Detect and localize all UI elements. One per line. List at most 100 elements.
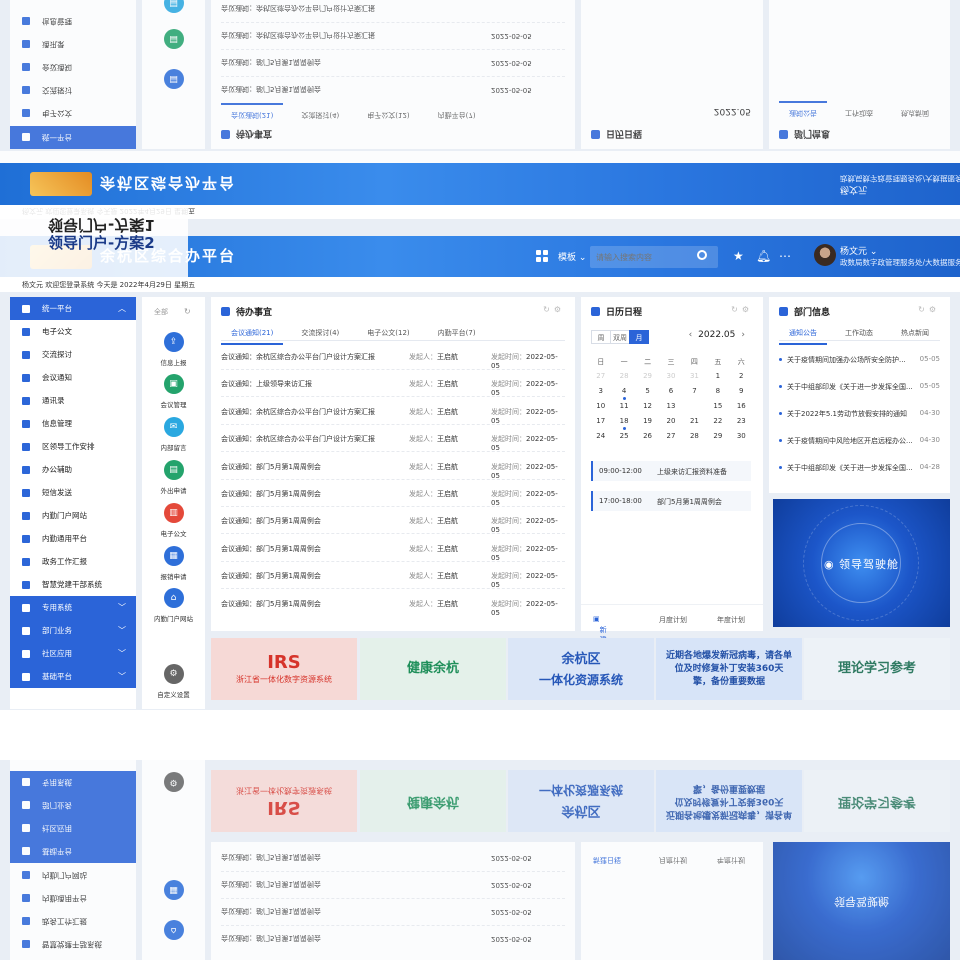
event-item[interactable]: 17:00-18:00 部门5月第1周周例会 [591,491,751,511]
calendar-day[interactable]: 20 [659,417,682,426]
sidebar-item-contacts[interactable]: 通讯录 [10,389,136,412]
calendar-day[interactable]: 12 [636,402,659,411]
calendar-day[interactable]: 5 [636,387,659,396]
sidebar-item-party[interactable]: 智慧党建干部系统 [10,573,136,596]
calendar-day[interactable]: 17 [589,417,612,426]
sidebar-item-discuss[interactable]: 交流探讨 [10,343,136,366]
panel-controls[interactable]: ↻⚙ [731,305,753,314]
todo-row[interactable]: 会议通知：部门5月第1周周例会 发起人：王启航 发起时间：2022-05-05 [221,535,565,562]
calendar-day[interactable]: 23 [730,417,753,426]
sidebar-item-meeting[interactable]: 会议通知 [10,366,136,389]
app-grid-icon[interactable] [536,250,548,262]
gear-icon[interactable]: ⚙ [742,305,753,314]
banner-2[interactable]: 余杭区 一体化资源系统 [508,638,654,700]
next-month-button[interactable]: › [741,330,745,340]
calendar-day[interactable]: 8 [706,387,729,396]
sidebar-item-schedule[interactable]: 区领导工作安排 [10,435,136,458]
view-week[interactable]: 周 [591,330,611,344]
banner-4[interactable]: 理论学习参考 [804,638,950,700]
monthly-plan-button[interactable]: 月度计划 [659,615,687,625]
mirror-banner-4[interactable]: 理论学习参考 [804,770,950,832]
quick-expense[interactable]: ▦ 报销申请 [142,546,205,581]
quick-outing[interactable]: ▤ 外出申请 [142,460,205,495]
mirror-banner-3[interactable]: 近期各地爆发新冠病毒，请各单位及时修复补丁安装360天擎，备份重要数据 [656,770,802,832]
sidebar-group-dept[interactable]: 部门业务 ﹀ [10,619,136,642]
calendar-day[interactable]: 9 [730,387,753,396]
news-item[interactable]: 关于中组部印发《关于进一步发挥全国... 04-28 [779,457,940,484]
sidebar-item-info[interactable]: 信息管理 [10,412,136,435]
sidebar-group-special[interactable]: 专用系统 ﹀ [10,596,136,619]
news-item[interactable]: 关于疫情期间加强办公场所安全防护... 05-05 [779,349,940,376]
quick-document[interactable]: ▥ 电子公文 [142,503,205,538]
tab-meeting[interactable]: 会议通知(21) [221,325,284,345]
calendar-day[interactable]: 29 [636,372,659,381]
custom-settings[interactable]: ⚙ 自定义设置 [142,664,205,699]
all-label[interactable]: 全部 [154,307,168,317]
calendar-day[interactable]: 10 [589,402,612,411]
news-item[interactable]: 关于中组部印发《关于进一步发挥全国... 05-05 [779,376,940,403]
sidebar-item-assist[interactable]: 办公辅助 [10,458,136,481]
calendar-day[interactable]: 28 [683,432,706,441]
refresh-icon[interactable]: ↻ [184,307,191,316]
prev-month-button[interactable]: ‹ [689,330,693,340]
calendar-day[interactable]: 16 [730,402,753,411]
calendar-day[interactable]: 25 [612,432,635,441]
tab-work[interactable]: 工作动态 [835,325,883,345]
calendar-day[interactable]: 30 [730,432,753,441]
mirror-banner-2[interactable]: 余杭区 一体化资源系统 [508,770,654,832]
leader-cockpit[interactable]: ◉ 领导驾驶舱 [773,499,950,627]
tab-news[interactable]: 热点新闻 [891,325,939,345]
calendar-day[interactable]: 26 [636,432,659,441]
calendar-day[interactable]: 27 [659,432,682,441]
todo-row[interactable]: 会议通知：部门5月第1周周例会 发起人：王启航 发起时间：2022-05-05 [221,480,565,507]
sidebar-item-report[interactable]: 政务工作汇报 [10,550,136,573]
calendar-day[interactable]: 3 [589,387,612,396]
calendar-day[interactable]: 31 [683,372,706,381]
view-biweek[interactable]: 双周 [610,330,630,344]
todo-row[interactable]: 会议通知：余杭区综合办公平台门户设计方案汇报 发起人：王启航 发起时间：2022-0… [221,343,565,370]
view-month[interactable]: 月 [629,330,649,344]
sidebar-group-unified[interactable]: 统一平台 ︿ [10,297,136,320]
quick-portal[interactable]: ⌂ 内勤门户网站 [142,588,205,623]
calendar-day[interactable]: 21 [683,417,706,426]
calendar-day[interactable]: 11 [612,402,635,411]
todo-row[interactable]: 会议通知：部门5月第1周周例会 发起人：王启航 发起时间：2022-05-05 [221,507,565,535]
sidebar-item-portal[interactable]: 内勤门户网站 [10,504,136,527]
mirror-banner-1[interactable]: 健康余杭 [360,770,506,832]
template-menu[interactable]: 模板 ⌄ [558,250,586,263]
quick-report[interactable]: ⇪ 信息上报 [142,332,205,367]
calendar-day[interactable]: 28 [612,372,635,381]
new-event-button[interactable]: ▣ 新建日程 [593,615,607,664]
event-item[interactable]: 09:00-12:00 上级来访汇报资料准备 [591,461,751,481]
bell-icon[interactable]: 🔔︎ [756,249,771,263]
refresh-icon[interactable]: ↻ [543,305,554,314]
sidebar-item-platform[interactable]: 内勤通用平台 [10,527,136,550]
todo-row[interactable]: 会议通知：上级领导来访汇报 发起人：王启航 发起时间：2022-05-05 [221,370,565,398]
yearly-plan-button[interactable]: 年度计划 [717,615,745,625]
gear-icon[interactable]: ⚙ [554,305,565,314]
banner-3[interactable]: 近期各地爆发新冠病毒，请各单位及时修复补丁安装360天擎，备份重要数据 [656,638,802,700]
todo-row[interactable]: 会议通知：部门5月第1周周例会 发起人：王启航 发起时间：2022-05-05 [221,453,565,480]
banner-0[interactable]: IRS 浙江省一体化数字资源系统 [211,638,357,700]
news-item[interactable]: 关于2022年5.1劳动节放假安排的通知 04-30 [779,403,940,430]
quick-message[interactable]: ✉ 内部留言 [142,417,205,452]
calendar-day[interactable]: 30 [659,372,682,381]
avatar[interactable] [814,244,836,266]
star-icon[interactable]: ★ [733,249,744,263]
quick-meeting[interactable]: ▣ 会议管理 [142,374,205,409]
calendar-day[interactable]: 14 [683,399,706,414]
user-name[interactable]: 杨文元 ⌄ [840,244,877,257]
panel-controls[interactable]: ↻⚙ [918,305,940,314]
calendar-day[interactable]: 13 [659,402,682,411]
sidebar-group-community[interactable]: 社区应用 ﹀ [10,642,136,665]
calendar-day[interactable]: 29 [706,432,729,441]
sidebar-item-sms[interactable]: 短信发送 [10,481,136,504]
panel-controls[interactable]: ↻⚙ [543,305,565,314]
tab-document[interactable]: 电子公文(12) [357,325,419,345]
refresh-icon[interactable]: ↻ [731,305,742,314]
calendar-day[interactable]: 2 [730,372,753,381]
mirror-banner-0[interactable]: IRS 浙江省一体化数字资源系统 [211,770,357,832]
calendar-day[interactable]: 6 [659,387,682,396]
banner-1[interactable]: 健康余杭 [360,638,506,700]
calendar-day[interactable]: 22 [706,417,729,426]
